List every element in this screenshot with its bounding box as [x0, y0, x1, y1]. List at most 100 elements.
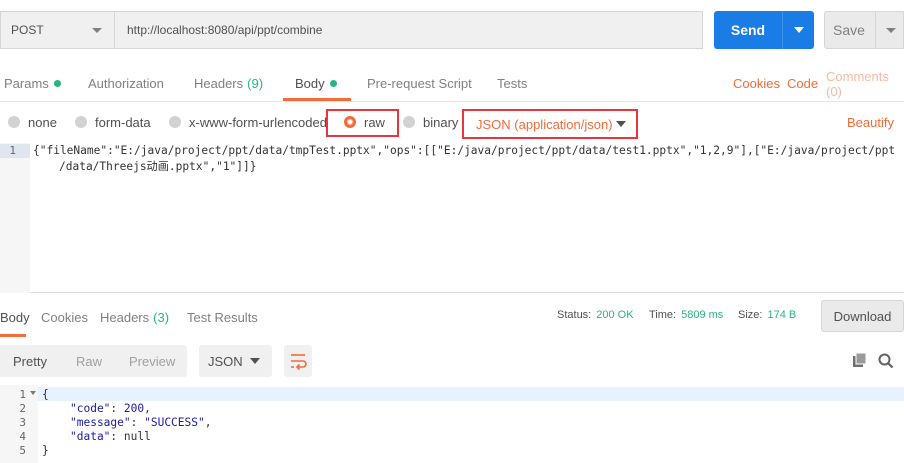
radio-circle-icon	[169, 116, 181, 128]
editor-gutter: 1	[0, 143, 30, 293]
radio-none[interactable]: none	[8, 103, 57, 141]
comments-link[interactable]: Comments (0)	[826, 66, 904, 101]
radio-urlencoded[interactable]: x-www-form-urlencoded	[169, 103, 327, 141]
active-line-highlight	[0, 387, 904, 401]
code-line: "code": 200,	[70, 402, 151, 415]
tab-tests[interactable]: Tests	[497, 66, 527, 101]
tab-response-headers-count: (3)	[153, 309, 170, 325]
code-line-wrap: /data/Threejs动画.pptx","1"]]}	[59, 160, 257, 173]
indicator-dot-icon	[329, 80, 337, 87]
url-value: http://localhost:8080/api/ppt/combine	[127, 23, 323, 37]
radio-none-label: none	[28, 114, 57, 130]
tab-authorization[interactable]: Authorization	[88, 66, 164, 101]
body-format-label: JSON (application/json)	[476, 116, 613, 132]
json-key: "message"	[70, 416, 131, 429]
code-line: {"fileName":"E:/java/project/ppt/data/tm…	[33, 144, 896, 157]
radio-form-data[interactable]: form-data	[75, 103, 151, 141]
tab-response-headers-label: Headers	[100, 309, 150, 325]
copy-button[interactable]	[850, 351, 870, 371]
tab-response-body[interactable]: Body	[0, 297, 30, 337]
tab-headers[interactable]: Headers (9)	[194, 66, 263, 101]
beautify-link[interactable]: Beautify	[847, 103, 894, 141]
json-value: null	[123, 430, 151, 443]
time-readout: Time: 5809 ms	[649, 297, 723, 333]
response-toolbar: Pretty Raw Preview JSON	[0, 345, 904, 379]
line-number: 4	[19, 430, 26, 443]
line-number: 1	[9, 144, 16, 157]
download-button[interactable]: Download	[821, 300, 904, 332]
fold-toggle-icon[interactable]	[30, 391, 36, 395]
line-number: 3	[19, 416, 26, 429]
response-format-label: JSON	[208, 353, 243, 369]
radio-selected-icon	[344, 116, 356, 128]
chevron-down-icon	[250, 358, 260, 364]
size-value: 174 B	[767, 309, 797, 321]
json-key: "data"	[70, 430, 111, 443]
status-readout: Status: 200 OK	[557, 297, 634, 333]
chevron-down-icon	[92, 28, 102, 33]
tab-body-label: Body	[295, 76, 325, 91]
radio-circle-icon	[8, 116, 20, 128]
tab-body[interactable]: Body	[295, 66, 337, 101]
radio-binary-label: binary	[423, 114, 459, 130]
radio-circle-icon	[403, 116, 415, 128]
raw-button[interactable]: Raw	[76, 345, 102, 377]
request-bar: POST http://localhost:8080/api/ppt/combi…	[0, 8, 904, 52]
url-input[interactable]: http://localhost:8080/api/ppt/combine	[114, 11, 703, 49]
active-tab-underline	[0, 334, 26, 337]
line-number: 5	[19, 444, 26, 457]
tab-headers-label: Headers	[194, 76, 244, 91]
chevron-down-icon	[886, 28, 896, 33]
search-button[interactable]	[876, 351, 896, 371]
code-link[interactable]: Code	[787, 66, 818, 101]
tab-pre-request-label: Pre-request Script	[367, 76, 472, 91]
tab-headers-count: (9)	[247, 76, 264, 91]
cookies-link[interactable]: Cookies	[733, 66, 780, 101]
method-select[interactable]: POST	[0, 11, 114, 49]
wrap-lines-button[interactable]	[284, 345, 312, 377]
view-mode-segmented: Pretty Raw Preview	[0, 345, 187, 377]
tab-params[interactable]: Params	[4, 66, 61, 101]
response-body-viewer[interactable]: 1 2 3 4 5 { "code": 200, "message": "SUC…	[0, 385, 904, 463]
chevron-down-icon	[794, 27, 804, 33]
radio-circle-icon	[75, 116, 87, 128]
line-number: 2	[19, 402, 26, 415]
send-button[interactable]: Send	[714, 11, 814, 49]
size-readout: Size: 174 B	[738, 297, 796, 333]
response-format-dropdown[interactable]: JSON	[199, 345, 272, 377]
active-tab-underline	[283, 98, 351, 101]
size-label: Size:	[738, 309, 763, 321]
json-value: "SUCCESS"	[144, 416, 205, 429]
wrap-lines-icon	[291, 354, 307, 371]
send-options-button[interactable]	[782, 11, 814, 49]
save-button[interactable]: Save	[824, 11, 904, 49]
copy-icon	[853, 352, 867, 367]
radio-raw-label: raw	[364, 114, 385, 130]
json-value: 200	[123, 402, 145, 415]
send-label: Send	[730, 22, 766, 38]
tab-tests-label: Tests	[497, 76, 528, 91]
tab-params-label: Params	[4, 76, 49, 91]
tab-test-results[interactable]: Test Results	[187, 297, 258, 337]
save-options-button[interactable]	[875, 12, 904, 48]
tab-response-headers[interactable]: Headers (3)	[100, 297, 169, 337]
tab-response-cookies[interactable]: Cookies	[41, 297, 88, 337]
radio-raw[interactable]: raw	[344, 103, 385, 141]
body-format-dropdown[interactable]: JSON (application/json)	[462, 109, 638, 139]
tab-authorization-label: Authorization	[88, 76, 164, 91]
body-type-selector: none form-data x-www-form-urlencoded raw…	[0, 103, 904, 141]
tab-pre-request-script[interactable]: Pre-request Script	[367, 66, 472, 101]
method-label: POST	[11, 23, 44, 37]
json-key: "code"	[70, 402, 111, 415]
radio-binary[interactable]: binary	[403, 103, 458, 141]
time-label: Time:	[649, 309, 677, 321]
search-icon	[878, 353, 894, 369]
code-line: "data": null	[70, 430, 151, 443]
code-line: {	[42, 388, 49, 401]
request-tabs: Params Authorization Headers (9) Body Pr…	[0, 66, 904, 102]
request-body-editor[interactable]: 1 {"fileName":"E:/java/project/ppt/data/…	[0, 143, 904, 293]
preview-button[interactable]: Preview	[129, 345, 175, 377]
save-label: Save	[833, 22, 865, 38]
code-line: "message": "SUCCESS",	[70, 416, 212, 429]
pretty-button[interactable]: Pretty	[13, 345, 47, 377]
